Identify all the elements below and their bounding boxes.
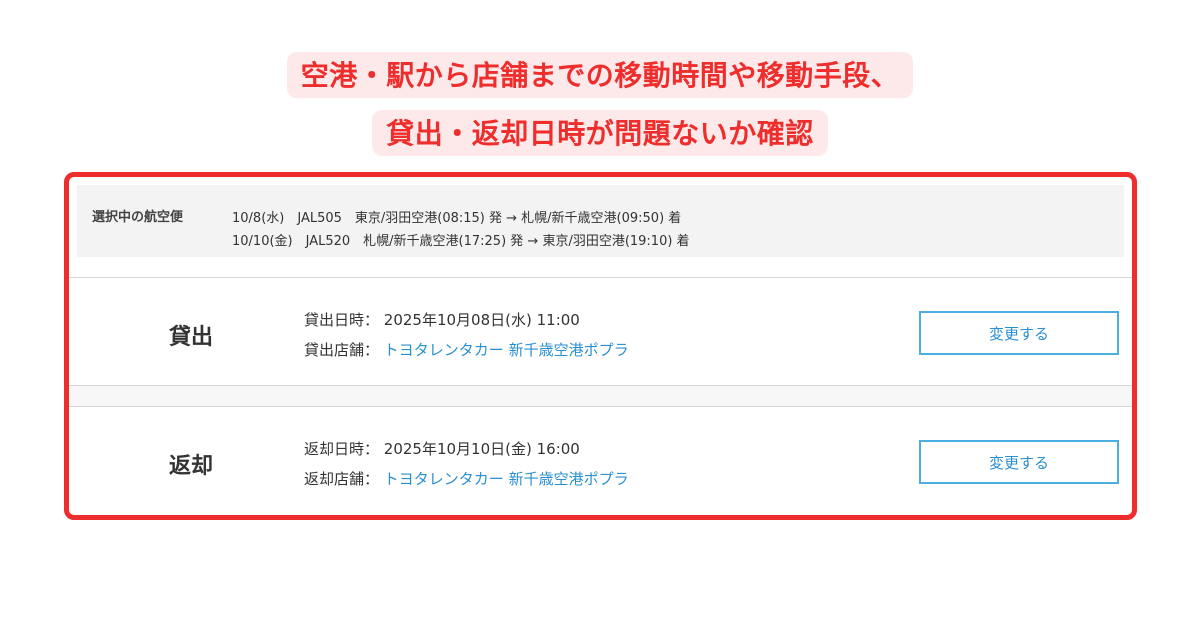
divider: [69, 277, 1132, 278]
rental-store-row: 貸出店舗： トヨタレンタカー 新千歳空港ポプラ: [304, 339, 629, 360]
rental-date-label: 貸出日時：: [304, 311, 380, 329]
return-date-row: 返却日時： 2025年10月10日(金) 16:00: [304, 438, 580, 459]
rental-store-link[interactable]: トヨタレンタカー 新千歳空港ポプラ: [384, 341, 629, 359]
divider: [69, 406, 1132, 407]
rental-date-value: 2025年10月08日(水) 11:00: [383, 311, 580, 329]
selected-flights-box: 選択中の航空便 10/8(水) JAL505 東京/羽田空港(08:15) 発 …: [77, 185, 1124, 257]
section-gap: [69, 386, 1132, 406]
return-store-link[interactable]: トヨタレンタカー 新千歳空港ポプラ: [384, 470, 629, 488]
rental-change-button[interactable]: 変更する: [919, 311, 1119, 355]
callout-line-2: 貸出・返却日時が問題ないか確認: [0, 110, 1200, 156]
return-change-button[interactable]: 変更する: [919, 440, 1119, 484]
rental-store-label: 貸出店舗：: [304, 341, 380, 359]
return-store-row: 返却店舗： トヨタレンタカー 新千歳空港ポプラ: [304, 468, 629, 489]
return-date-label: 返却日時：: [304, 440, 380, 458]
return-section-title: 返却: [169, 454, 214, 479]
flight-outbound: 10/8(水) JAL505 東京/羽田空港(08:15) 発 → 札幌/新千歳…: [232, 211, 682, 226]
rental-section-title: 貸出: [169, 325, 214, 350]
rental-date-row: 貸出日時： 2025年10月08日(水) 11:00: [304, 309, 580, 330]
highlight-frame: 選択中の航空便 10/8(水) JAL505 東京/羽田空港(08:15) 発 …: [64, 172, 1137, 520]
callout-text-2: 貸出・返却日時が問題ないか確認: [372, 110, 828, 156]
return-store-label: 返却店舗：: [304, 470, 380, 488]
return-date-value: 2025年10月10日(金) 16:00: [383, 440, 580, 458]
callout-text-1: 空港・駅から店舗までの移動時間や移動手段、: [286, 52, 914, 98]
selected-flights-label: 選択中の航空便: [92, 210, 184, 225]
callout-line-1: 空港・駅から店舗までの移動時間や移動手段、: [0, 52, 1200, 98]
flight-return: 10/10(金) JAL520 札幌/新千歳空港(17:25) 発 → 東京/羽…: [232, 234, 690, 249]
